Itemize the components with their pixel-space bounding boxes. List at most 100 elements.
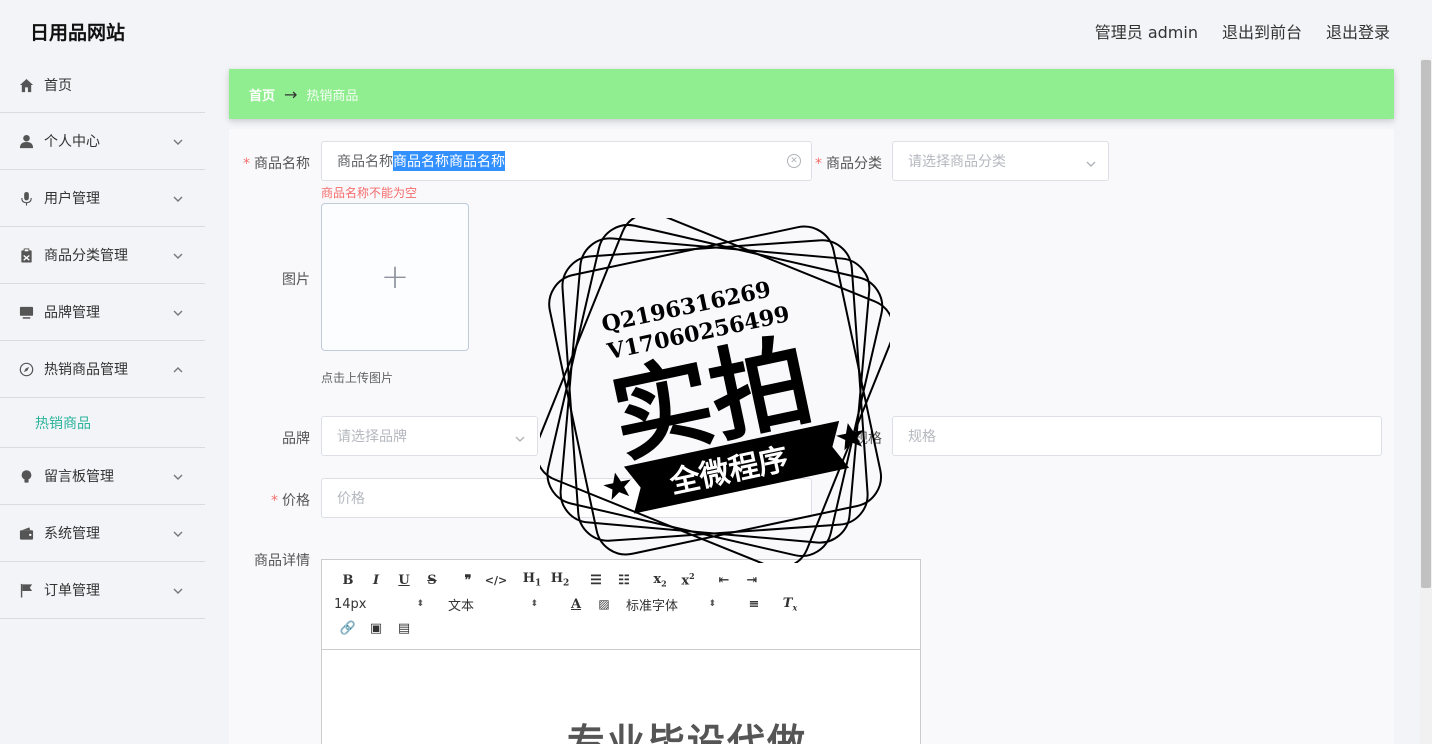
align-icon[interactable]: ≡	[740, 597, 768, 612]
heading2-icon[interactable]: H2	[546, 571, 574, 589]
rich-text-editor: B I U S ❞ </> H1 H2 ☰ ☷ x2 x2 ⇤ ⇥ 14px ⬍ …	[321, 559, 921, 744]
code-icon[interactable]: </>	[482, 574, 510, 587]
text-color-icon[interactable]: A	[562, 597, 590, 612]
site-title: 日用品网站	[30, 22, 126, 44]
italic-icon[interactable]: I	[362, 573, 390, 588]
sidebar: 首页 个人中心 用户管理 商品分类管理 品牌管理 热销商品管理 热销商品 留言板…	[0, 58, 205, 744]
image-icon[interactable]: ▣	[362, 621, 390, 636]
editor-toolbar: B I U S ❞ </> H1 H2 ☰ ☷ x2 x2 ⇤ ⇥ 14px ⬍ …	[322, 560, 920, 650]
font-family-value: 标准字体	[626, 598, 679, 614]
sidebar-item-hot-products[interactable]: 热销商品管理	[0, 341, 205, 398]
sidebar-item-system[interactable]: 系统管理	[0, 505, 205, 562]
chevron-down-icon	[515, 432, 525, 442]
compass-icon	[18, 361, 34, 377]
product-name-input[interactable]: 商品名称 商品名称商品名称 ✕	[321, 141, 812, 181]
chevron-down-icon	[173, 470, 183, 480]
product-name-selected-text: 商品名称商品名称	[393, 151, 505, 171]
product-name-label: * 商品名称	[243, 156, 310, 172]
price-label: * 价格	[271, 493, 310, 509]
plus-icon: +	[380, 257, 410, 297]
price-placeholder: 价格	[337, 491, 365, 507]
sidebar-item-label: 订单管理	[44, 583, 100, 599]
clipboard-icon	[18, 247, 34, 263]
sidebar-item-label: 首页	[44, 78, 72, 94]
sidebar-item-label: 留言板管理	[44, 469, 114, 485]
category-placeholder: 请选择商品分类	[908, 154, 1006, 170]
superscript-icon[interactable]: x2	[674, 571, 702, 588]
picker-arrow-icon: ⬍	[416, 599, 424, 609]
sidebar-item-personal[interactable]: 个人中心	[0, 113, 205, 170]
spec-input[interactable]: 规格	[892, 416, 1382, 456]
required-mark: *	[815, 156, 822, 172]
product-name-value: 商品名称	[337, 154, 393, 170]
required-mark: *	[271, 493, 278, 509]
breadcrumb-home-link[interactable]: 首页	[249, 85, 275, 104]
video-icon[interactable]: ▤	[390, 621, 418, 636]
wallet-icon	[18, 525, 34, 541]
heading1-icon[interactable]: H1	[518, 571, 546, 589]
background-color-icon[interactable]: ▨	[590, 597, 618, 611]
sidebar-item-category[interactable]: 商品分类管理	[0, 227, 205, 284]
chevron-down-icon	[173, 192, 183, 202]
sidebar-item-brand[interactable]: 品牌管理	[0, 284, 205, 341]
sidebar-item-home[interactable]: 首页	[0, 58, 205, 113]
admin-label: 管理员 admin	[1094, 23, 1198, 42]
category-select[interactable]: 请选择商品分类	[892, 141, 1109, 181]
subscript-icon[interactable]: x2	[646, 572, 674, 589]
product-name-error: 商品名称不能为空	[321, 186, 418, 200]
link-icon[interactable]: 🔗	[334, 621, 362, 636]
ordered-list-icon[interactable]: ☰	[582, 573, 610, 588]
clear-format-icon[interactable]: Tx	[776, 596, 804, 613]
outdent-icon[interactable]: ⇤	[710, 573, 738, 588]
top-links: 管理员 admin 退出到前台 退出登录	[1095, 19, 1390, 43]
page-scrollbar-thumb[interactable]	[1421, 60, 1431, 588]
breadcrumb-arrow-icon: →	[284, 84, 298, 104]
sidebar-item-users[interactable]: 用户管理	[0, 170, 205, 227]
sidebar-subitem-hot-products[interactable]: 热销商品	[0, 398, 205, 448]
sidebar-item-message-board[interactable]: 留言板管理	[0, 448, 205, 505]
watermark-stamp: Q2196316269 V17060256499 实拍 全微程序	[540, 218, 890, 563]
bullet-list-icon[interactable]: ☷	[610, 573, 638, 588]
image-upload-button[interactable]: +	[321, 203, 469, 351]
bulb-icon	[18, 468, 34, 484]
logout-link[interactable]: 退出登录	[1326, 19, 1390, 43]
strike-icon[interactable]: S	[418, 573, 446, 588]
sidebar-item-label: 品牌管理	[44, 305, 100, 321]
chevron-down-icon	[173, 584, 183, 594]
brand-label: 品牌	[282, 431, 310, 447]
picker-arrow-icon: ⬍	[530, 599, 538, 609]
blockquote-icon[interactable]: ❞	[454, 573, 482, 588]
bold-icon[interactable]: B	[334, 573, 362, 588]
spec-placeholder: 规格	[908, 429, 936, 445]
chevron-down-icon	[1086, 157, 1096, 167]
image-label: 图片	[282, 272, 310, 288]
to-frontend-link[interactable]: 退出到前台	[1222, 19, 1302, 43]
top-header: 日用品网站 管理员 admin 退出到前台 退出登录	[0, 0, 1432, 60]
breadcrumb: 首页 → 热销商品	[229, 69, 1394, 119]
breadcrumb-current: 热销商品	[306, 88, 359, 104]
brand-select[interactable]: 请选择品牌	[321, 416, 538, 456]
chevron-down-icon	[173, 249, 183, 259]
editor-content[interactable]: 专业毕设代做	[322, 650, 920, 744]
underline-icon[interactable]: U	[390, 573, 418, 588]
upload-tip: 点击上传图片	[321, 371, 394, 385]
font-size-picker[interactable]: 14px ⬍	[334, 597, 424, 612]
sidebar-item-label: 个人中心	[44, 134, 100, 150]
category-label: * 商品分类	[815, 156, 882, 172]
font-family-picker[interactable]: 标准字体 ⬍	[626, 595, 716, 614]
sidebar-item-label: 热销商品管理	[44, 362, 128, 378]
clear-icon[interactable]: ✕	[787, 154, 801, 168]
paragraph-picker[interactable]: 文本 ⬍	[448, 595, 538, 614]
chevron-down-icon	[173, 135, 183, 145]
chevron-down-icon	[173, 527, 183, 537]
picker-arrow-icon: ⬍	[708, 599, 716, 609]
sidebar-item-label: 用户管理	[44, 191, 100, 207]
chevron-up-icon	[173, 363, 183, 373]
monitor-icon	[18, 304, 34, 320]
flag-icon	[18, 582, 34, 598]
sidebar-item-orders[interactable]: 订单管理	[0, 562, 205, 619]
sidebar-item-label: 商品分类管理	[44, 248, 128, 264]
brand-placeholder: 请选择品牌	[337, 429, 407, 445]
indent-icon[interactable]: ⇥	[738, 573, 766, 588]
detail-label: 商品详情	[254, 553, 310, 569]
